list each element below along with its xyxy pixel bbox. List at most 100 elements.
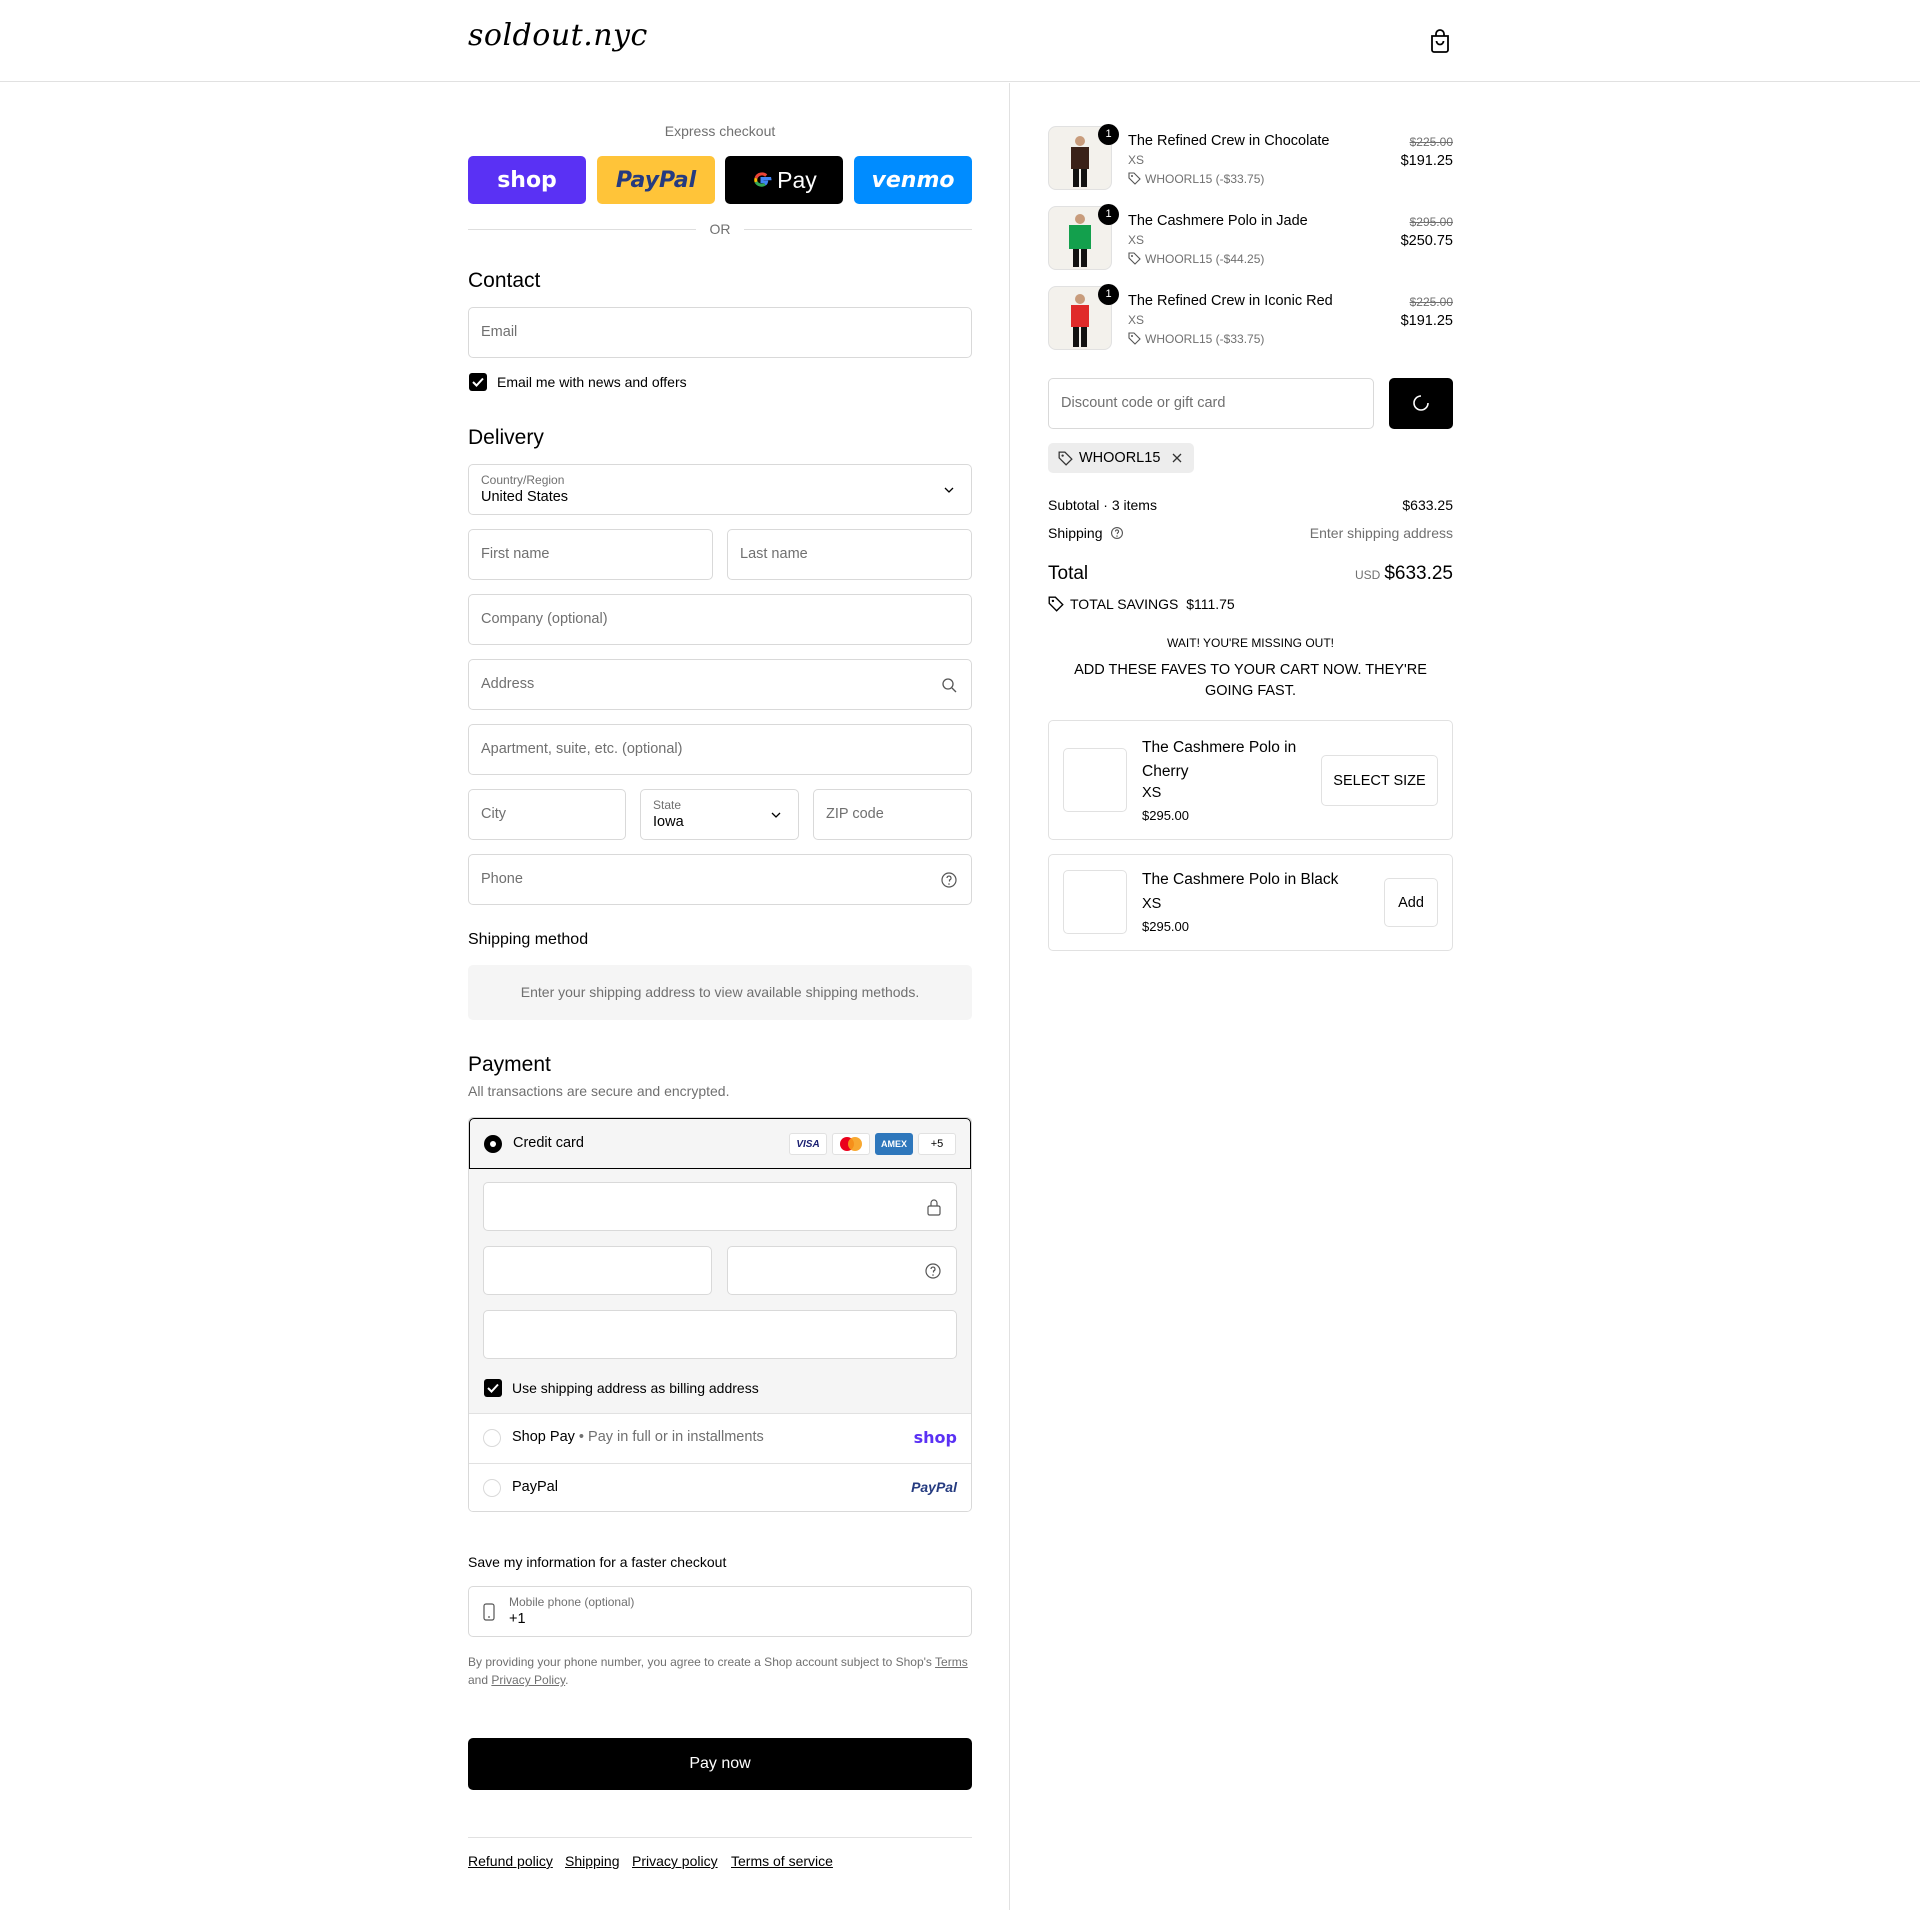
apply-discount-button[interactable] xyxy=(1389,378,1453,429)
shop-pay-option[interactable]: Shop Pay • Pay in full or in installment… xyxy=(469,1413,971,1463)
shipping-method-heading: Shipping method xyxy=(468,931,589,948)
country-select[interactable]: Country/Region United States xyxy=(468,464,972,515)
shipping-row: Shipping Enter shipping address xyxy=(1048,525,1453,541)
payment-methods: Credit card VISA AMEX +5 Use shipping ad… xyxy=(468,1117,972,1512)
state-select[interactable]: State Iowa xyxy=(640,789,799,840)
expiration-field[interactable] xyxy=(483,1246,712,1295)
credit-card-radio[interactable] xyxy=(484,1135,502,1153)
shop-pay-express-button[interactable]: shop xyxy=(468,156,586,204)
paypal-option[interactable]: PayPal PayPal xyxy=(469,1463,971,1511)
upsell-item-card: The Cashmere Polo in Black XS $295.00 Ad… xyxy=(1048,854,1453,951)
header: soldout.nyc xyxy=(0,0,1920,82)
discount-code-field[interactable]: Discount code or gift card xyxy=(1048,378,1374,429)
city-field[interactable]: City xyxy=(468,789,626,840)
address-field[interactable]: Address xyxy=(468,659,972,710)
upsell-heading: WAIT! YOU'RE MISSING OUT! xyxy=(1167,636,1334,650)
more-cards-badge: +5 xyxy=(918,1133,956,1155)
tag-icon xyxy=(1128,172,1141,185)
upsell-item-price: $295.00 xyxy=(1142,808,1189,823)
shopping-bag-icon[interactable] xyxy=(1428,28,1452,54)
check-icon xyxy=(487,1383,499,1393)
item-price: $191.25 xyxy=(1400,153,1453,169)
last-name-field[interactable]: Last name xyxy=(727,529,972,580)
close-icon[interactable] xyxy=(1170,451,1184,465)
total-row: Total USD $633.25 xyxy=(1048,563,1453,584)
email-field[interactable]: Email xyxy=(468,307,972,358)
zip-field[interactable]: ZIP code xyxy=(813,789,972,840)
delivery-heading: Delivery xyxy=(468,426,544,449)
company-field[interactable]: Company (optional) xyxy=(468,594,972,645)
credit-card-option[interactable]: Credit card VISA AMEX +5 xyxy=(469,1118,971,1169)
billing-checkbox[interactable] xyxy=(484,1379,502,1397)
google-pay-express-button[interactable]: Pay xyxy=(725,156,843,204)
credit-card-form: Use shipping address as billing address xyxy=(469,1169,971,1413)
applied-discount-tag: WHOORL15 xyxy=(1048,443,1195,473)
legal-text: By providing your phone number, you agre… xyxy=(468,1655,968,1687)
first-name-field[interactable]: First name xyxy=(468,529,713,580)
name-on-card-field[interactable] xyxy=(483,1310,957,1359)
google-pay-label: Pay xyxy=(777,166,817,193)
google-g-icon xyxy=(754,172,772,187)
shipping-method-notice: Enter your shipping address to view avai… xyxy=(468,965,972,1020)
card-number-field[interactable] xyxy=(483,1182,957,1231)
help-circle-icon[interactable] xyxy=(924,1262,942,1280)
venmo-logo: venmo xyxy=(871,167,955,193)
item-original-price: $225.00 xyxy=(1409,135,1453,149)
item-discount: WHOORL15 (-$44.25) xyxy=(1128,252,1264,266)
mobile-phone-field[interactable]: Mobile phone (optional) +1 xyxy=(468,1586,972,1637)
terms-link[interactable]: Terms xyxy=(935,1655,968,1669)
item-price: $250.75 xyxy=(1400,233,1453,249)
venmo-express-button[interactable]: venmo xyxy=(854,156,972,204)
tag-icon xyxy=(1058,451,1073,466)
add-to-cart-button[interactable]: Add xyxy=(1384,878,1438,927)
terms-of-service-link[interactable]: Terms of service xyxy=(731,1853,833,1869)
item-size: XS xyxy=(1128,233,1145,247)
item-size: XS xyxy=(1128,313,1145,327)
paypal-radio[interactable] xyxy=(483,1479,501,1497)
item-name: The Cashmere Polo in Jade xyxy=(1128,213,1308,229)
contact-heading: Contact xyxy=(468,269,541,292)
paypal-express-button[interactable]: PayPal xyxy=(597,156,715,204)
privacy-policy-link[interactable]: Privacy policy xyxy=(632,1853,718,1869)
help-circle-icon[interactable] xyxy=(1110,526,1124,540)
lock-icon xyxy=(927,1199,941,1216)
tag-icon xyxy=(1048,596,1064,612)
shop-logo: shop xyxy=(497,167,557,193)
payment-subtitle: All transactions are secure and encrypte… xyxy=(468,1083,730,1099)
phone-field[interactable]: Phone xyxy=(468,854,972,905)
quantity-badge: 1 xyxy=(1098,124,1119,145)
shop-pay-radio[interactable] xyxy=(483,1429,501,1447)
order-summary-panel xyxy=(1009,83,1920,1910)
paypal-logo: PayPal xyxy=(911,1479,957,1495)
apartment-field[interactable]: Apartment, suite, etc. (optional) xyxy=(468,724,972,775)
newsletter-checkbox[interactable] xyxy=(469,373,487,391)
item-discount: WHOORL15 (-$33.75) xyxy=(1128,332,1264,346)
upsell-item-name: The Cashmere Polo in Cherry xyxy=(1142,739,1297,780)
quantity-badge: 1 xyxy=(1098,284,1119,305)
store-logo[interactable]: soldout.nyc xyxy=(468,18,648,53)
newsletter-label: Email me with news and offers xyxy=(497,374,687,390)
credit-card-label: Credit card xyxy=(513,1135,584,1151)
security-code-field[interactable] xyxy=(727,1246,957,1295)
search-icon xyxy=(942,678,957,693)
chevron-down-icon xyxy=(771,812,781,818)
item-size: XS xyxy=(1128,153,1145,167)
refund-policy-link[interactable]: Refund policy xyxy=(468,1853,553,1869)
select-size-button[interactable]: SELECT SIZE xyxy=(1321,755,1438,806)
loading-spinner-icon xyxy=(1413,395,1429,411)
shipping-policy-link[interactable]: Shipping xyxy=(565,1853,620,1869)
express-checkout-label: Express checkout xyxy=(664,123,776,139)
paypal-logo: PayPal xyxy=(615,167,697,193)
footer-divider xyxy=(468,1837,972,1838)
shop-logo: shop xyxy=(913,1428,957,1447)
paypal-label: PayPal xyxy=(512,1479,558,1495)
item-original-price: $295.00 xyxy=(1409,215,1453,229)
privacy-policy-link[interactable]: Privacy Policy xyxy=(491,1673,565,1687)
quantity-badge: 1 xyxy=(1098,204,1119,225)
shop-pay-label: Shop Pay • Pay in full or in installment… xyxy=(512,1429,764,1445)
item-name: The Refined Crew in Chocolate xyxy=(1128,133,1330,149)
upsell-item-name: The Cashmere Polo in Black xyxy=(1142,871,1339,888)
pay-now-button[interactable]: Pay now xyxy=(468,1738,972,1790)
help-circle-icon[interactable] xyxy=(940,871,958,889)
upsell-item-price: $295.00 xyxy=(1142,919,1189,934)
